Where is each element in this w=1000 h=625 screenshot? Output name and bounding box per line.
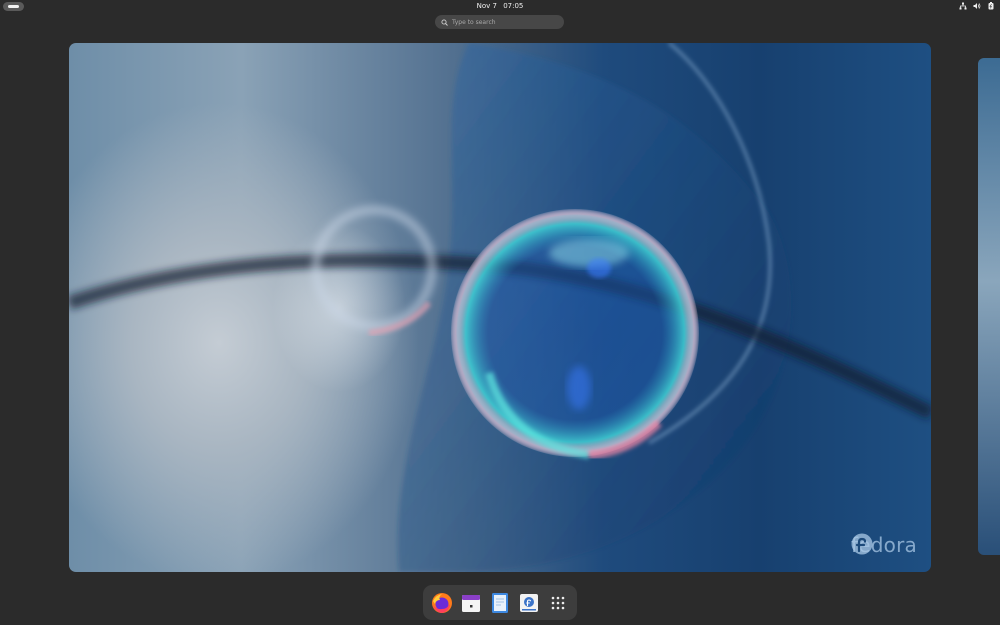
clock-date: Nov 7 — [476, 2, 497, 10]
wallpaper-image — [69, 43, 931, 572]
firefox-icon — [431, 592, 452, 613]
clock-time: 07:05 — [503, 2, 524, 10]
top-bar: Nov 7 07:05 — [0, 0, 1000, 12]
fedora-logo-icon — [851, 533, 873, 555]
dash-app-calendar[interactable] — [458, 590, 483, 615]
text-editor-icon — [491, 592, 508, 613]
dash-app-firefox[interactable] — [429, 590, 454, 615]
volume-icon — [973, 3, 981, 9]
search-placeholder: Type to search — [452, 18, 496, 26]
workspace-thumbnail[interactable]: fedora — [69, 43, 931, 572]
system-status-area[interactable] — [959, 2, 995, 10]
dash — [423, 585, 577, 620]
next-workspace-thumbnail[interactable] — [978, 58, 1000, 555]
dash-show-apps-button[interactable] — [545, 590, 570, 615]
software-icon — [519, 593, 538, 612]
fedora-logo: fedora — [851, 533, 917, 557]
clock[interactable]: Nov 7 07:05 — [0, 1, 1000, 11]
dash-app-text-editor[interactable] — [487, 590, 512, 615]
power-icon — [988, 2, 994, 10]
search-icon — [441, 18, 448, 26]
search-input[interactable]: Type to search — [435, 15, 564, 29]
network-icon — [959, 2, 967, 10]
dash-app-software[interactable] — [516, 590, 541, 615]
calendar-icon — [461, 594, 480, 612]
app-grid-icon — [551, 596, 564, 609]
